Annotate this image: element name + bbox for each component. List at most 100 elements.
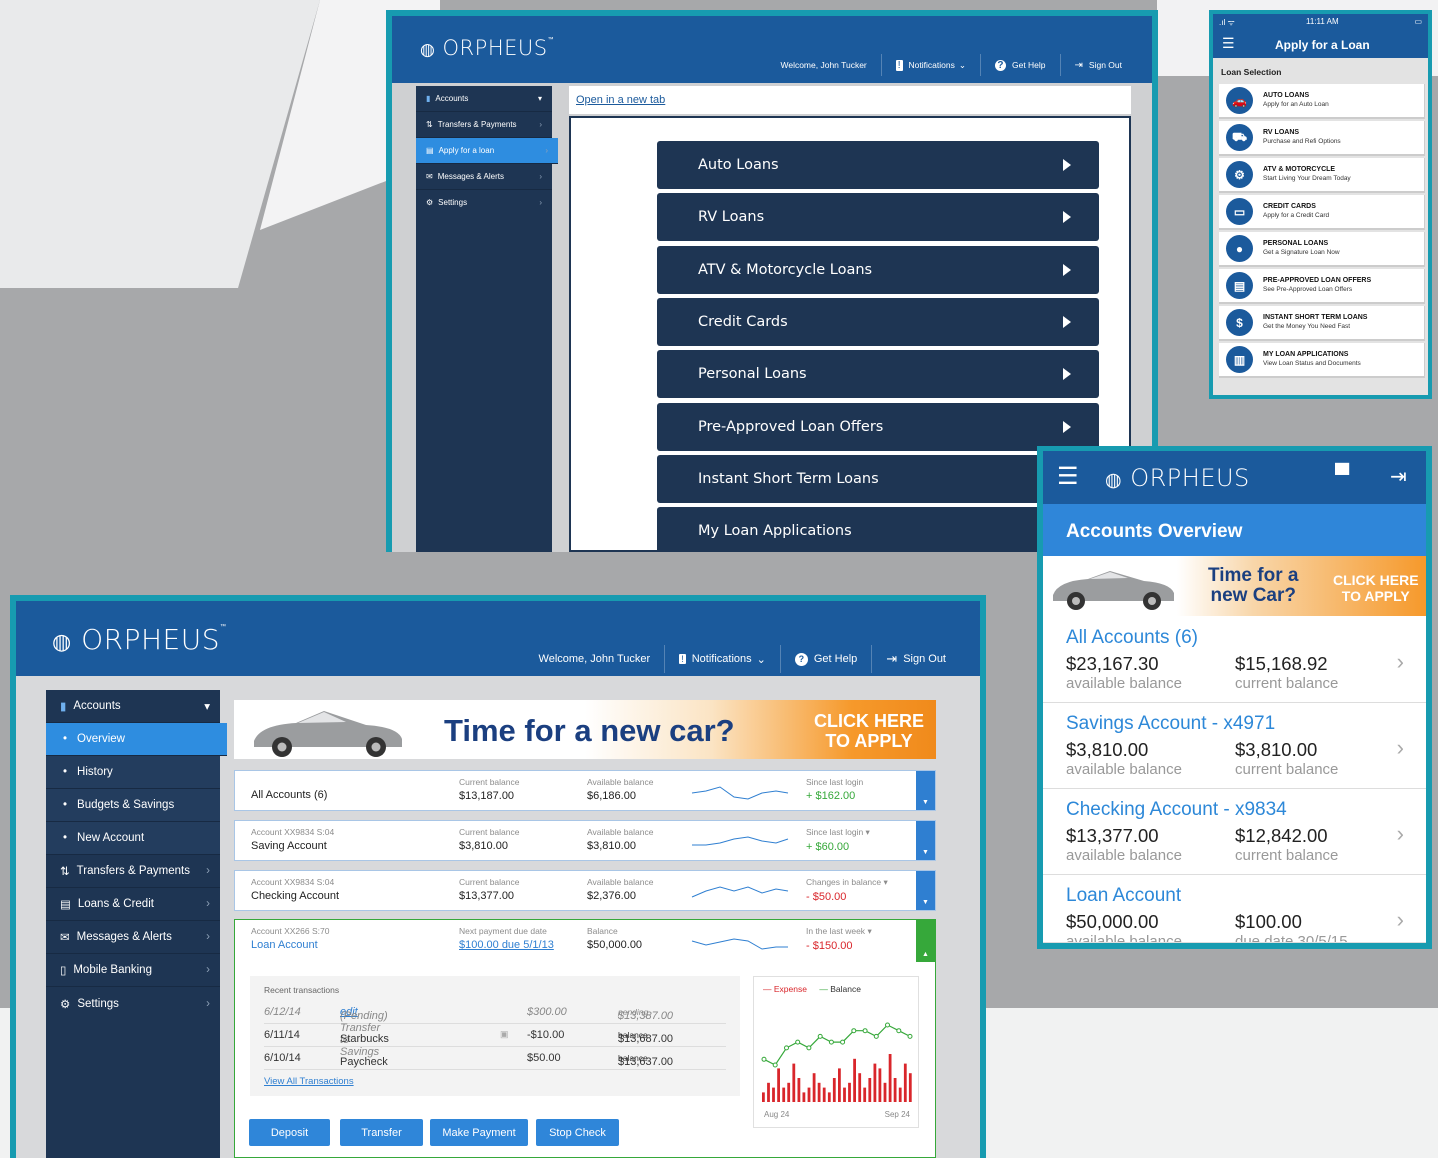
help-link[interactable]: ? Get Help — [781, 645, 873, 673]
sidebar-item-accounts[interactable]: ▮ Accounts ▾ — [46, 690, 220, 723]
account-row[interactable]: Account XX9834 S:04 Saving Account Current… — [234, 820, 936, 861]
tablet-account-row[interactable]: Savings Account - x4971 $3,810.00 $3,810.0… — [1043, 703, 1426, 789]
hamburger-icon[interactable]: ☰ — [1057, 462, 1079, 491]
bullet-icon: • — [63, 832, 68, 844]
play-arrow-icon — [1063, 211, 1071, 223]
desktop-sidebar: ▮ Accounts ▾ • Overview • History • Budgets &… — [46, 690, 227, 1158]
tablet-account-row[interactable]: All Accounts (6) $23,167.30 $15,168.92 avai… — [1043, 617, 1426, 703]
tablet-account-row[interactable]: Checking Account - x9834 $13,377.00 $12,84… — [1043, 789, 1426, 875]
hamburger-icon[interactable]: ☰ — [1222, 35, 1235, 52]
signout-link[interactable]: ⇥ Sign Out — [1061, 54, 1136, 76]
balance-point — [795, 1039, 801, 1045]
camera-icon[interactable]: ▣ — [500, 1029, 509, 1040]
orpheus-logo: ◍ ORPHEUS™ — [52, 623, 227, 656]
tablet-account-row[interactable]: Loan Account $50,000.00 $100.00 available b… — [1043, 875, 1426, 943]
view-all-transactions-link[interactable]: View All Transactions — [264, 1076, 354, 1087]
auto-loans-button[interactable]: Auto Loans — [657, 141, 1099, 189]
expand-button[interactable]: ▼ — [916, 821, 935, 860]
sidebar-item-messages[interactable]: ✉ Messages & Alerts › — [416, 164, 552, 190]
stop-check-button[interactable]: Stop Check — [536, 1119, 619, 1146]
chevron-right-icon: › — [545, 146, 548, 155]
chat-icon[interactable]: ▀ — [1335, 464, 1349, 487]
sidebar-item-overview[interactable]: • Overview — [46, 723, 227, 756]
x-axis-start-label: Aug 24 — [764, 1110, 790, 1119]
phone-loan-item[interactable]: ▭ CREDIT CARDS Apply for a Credit Card — [1219, 195, 1425, 230]
phone-loan-item[interactable]: ⛟ RV LOANS Purchase and Refi Options — [1219, 121, 1425, 156]
available-balance-label: Available balance — [587, 877, 654, 887]
chevron-right-icon: › — [206, 898, 210, 910]
transaction-row[interactable]: 6/11/14 Starbucks ▣ -$10.00 $13,687.00 bala… — [264, 1025, 726, 1047]
signout-link[interactable]: ⇥ Sign Out — [872, 645, 960, 673]
help-link[interactable]: ? Get Help — [981, 54, 1061, 76]
chevron-right-icon: › — [539, 197, 542, 207]
caret-up-icon: ▲ — [922, 951, 929, 958]
promo-cta[interactable]: CLICK HERE TO APPLY — [814, 711, 924, 751]
transaction-row[interactable]: 6/12/14 (Pending) Transfer to Savings edi… — [264, 1002, 726, 1058]
transaction-balance-value: $13,687.00 — [618, 1033, 674, 1045]
sidebar-item-new-account[interactable]: • New Account — [46, 822, 220, 855]
sidebar-item-messages[interactable]: ✉ Messages & Alerts › — [46, 921, 220, 954]
my-applications-button[interactable]: My Loan Applications — [657, 507, 1099, 552]
sidebar-label: Settings — [77, 997, 119, 1010]
loan-window-header: ◍ ORPHEUS™ Welcome, John Tucker ! Notific… — [392, 16, 1152, 83]
sidebar-item-accounts[interactable]: ▮ Accounts ▾ — [416, 86, 552, 112]
notifications-menu[interactable]: ! Notifications ⌄ — [882, 54, 981, 76]
account-row[interactable]: All Accounts (6) Current balance $13,187.0… — [234, 770, 936, 811]
chevron-right-icon: › — [1396, 649, 1404, 674]
promo-cta[interactable]: CLICK HERE TO APPLY — [1333, 572, 1419, 604]
make-payment-button[interactable]: Make Payment — [430, 1119, 528, 1146]
notifications-menu[interactable]: ! Notifications ⌄ — [665, 645, 781, 673]
sidebar-label: History — [77, 766, 113, 778]
short-term-button[interactable]: Instant Short Term Loans — [657, 455, 1099, 503]
credit-card-icon: ▭ — [1226, 198, 1253, 225]
phone-loan-item[interactable]: 🚗 AUTO LOANS Apply for an Auto Loan — [1219, 84, 1425, 119]
expense-bar — [848, 1082, 851, 1102]
due-date-link[interactable]: $100.00 due 5/1/13 — [459, 939, 554, 951]
desktop-promo-banner[interactable]: Time for a new car? CLICK HERE TO APPLY — [234, 700, 936, 759]
sidebar-label: Loans & Credit — [77, 898, 154, 910]
personal-loans-button[interactable]: Personal Loans — [657, 350, 1099, 398]
account-name-block: Account XX9834 S:04 Saving Account — [251, 827, 334, 852]
sidebar-item-budgets[interactable]: • Budgets & Savings — [46, 789, 220, 822]
available-label: available balance — [1066, 847, 1182, 864]
sidebar-item-mobile[interactable]: ▯ Mobile Banking › — [46, 954, 220, 987]
loan-label: Credit Cards — [698, 314, 788, 330]
phone-loan-item[interactable]: $ INSTANT SHORT TERM LOANS Get the Money Y… — [1219, 306, 1425, 341]
phone-loan-item[interactable]: ● PERSONAL LOANS Get a Signature Loan Now — [1219, 232, 1425, 267]
phone-loan-item[interactable]: ▥ MY LOAN APPLICATIONS View Loan Status an… — [1219, 343, 1425, 378]
signal-icon: .ıl ᯤ — [1219, 18, 1235, 27]
caret-down-icon: ▾ — [537, 94, 542, 103]
account-row[interactable]: Account XX9834 S:04 Checking Account Curre… — [234, 870, 936, 911]
credit-cards-button[interactable]: Credit Cards — [657, 298, 1099, 346]
tablet-promo-banner[interactable]: Time for a new Car? CLICK HERE TO APPLY — [1043, 556, 1426, 616]
balance-point — [828, 1039, 834, 1045]
sidebar-label: Messages & Alerts — [437, 172, 504, 181]
change-value: + $60.00 — [806, 841, 850, 853]
sidebar-item-transfers[interactable]: ⇅ Transfers & Payments › — [416, 112, 552, 138]
pre-approved-button[interactable]: Pre-Approved Loan Offers — [657, 403, 1099, 451]
logout-icon[interactable]: ⇥ — [1390, 464, 1407, 489]
expand-button[interactable]: ▼ — [916, 871, 935, 910]
transaction-row[interactable]: 6/10/14 Paycheck $50.00 $13,637.00 balance — [264, 1048, 726, 1070]
sidebar-item-transfers[interactable]: ⇅ Transfers & Payments › — [46, 855, 220, 888]
account-name-block: Account XX9834 S:04 Checking Account — [251, 877, 339, 902]
rv-loans-button[interactable]: RV Loans — [657, 193, 1099, 241]
sidebar-item-settings[interactable]: ⚙ Settings › — [416, 190, 552, 214]
expand-button[interactable]: ▼ — [916, 771, 935, 810]
open-in-new-tab-link[interactable]: Open in a new tab — [576, 94, 665, 106]
sidebar-item-settings[interactable]: ⚙ Settings › — [46, 987, 220, 1020]
battery-icon: ▭ — [1414, 17, 1422, 26]
desktop-header: ◍ ORPHEUS™ Welcome, John Tucker ! Notific… — [16, 601, 980, 676]
sidebar-item-loans[interactable]: ▤ Loans & Credit › — [46, 888, 220, 921]
loan-account-row[interactable]: Account XX266 S:70 Loan Account Next pay… — [235, 920, 935, 962]
atv-loans-button[interactable]: ATV & Motorcycle Loans — [657, 246, 1099, 294]
collapse-button[interactable]: ▲ — [916, 920, 935, 962]
sidebar-item-history[interactable]: • History — [46, 756, 220, 789]
phone-loan-item[interactable]: ⚙ ATV & MOTORCYCLE Start Living Your Dream… — [1219, 158, 1425, 193]
sidebar-item-apply-loan[interactable]: ▤ Apply for a loan › — [416, 138, 558, 164]
transfer-button[interactable]: Transfer — [340, 1119, 423, 1146]
deposit-button[interactable]: Deposit — [249, 1119, 330, 1146]
phone-loan-item[interactable]: ▤ PRE-APPROVED LOAN OFFERS See Pre-Approve… — [1219, 269, 1425, 304]
phone-loan-subtitle: Get the Money You Need Fast — [1263, 323, 1351, 330]
current-amount: $3,810.00 — [1235, 739, 1318, 760]
